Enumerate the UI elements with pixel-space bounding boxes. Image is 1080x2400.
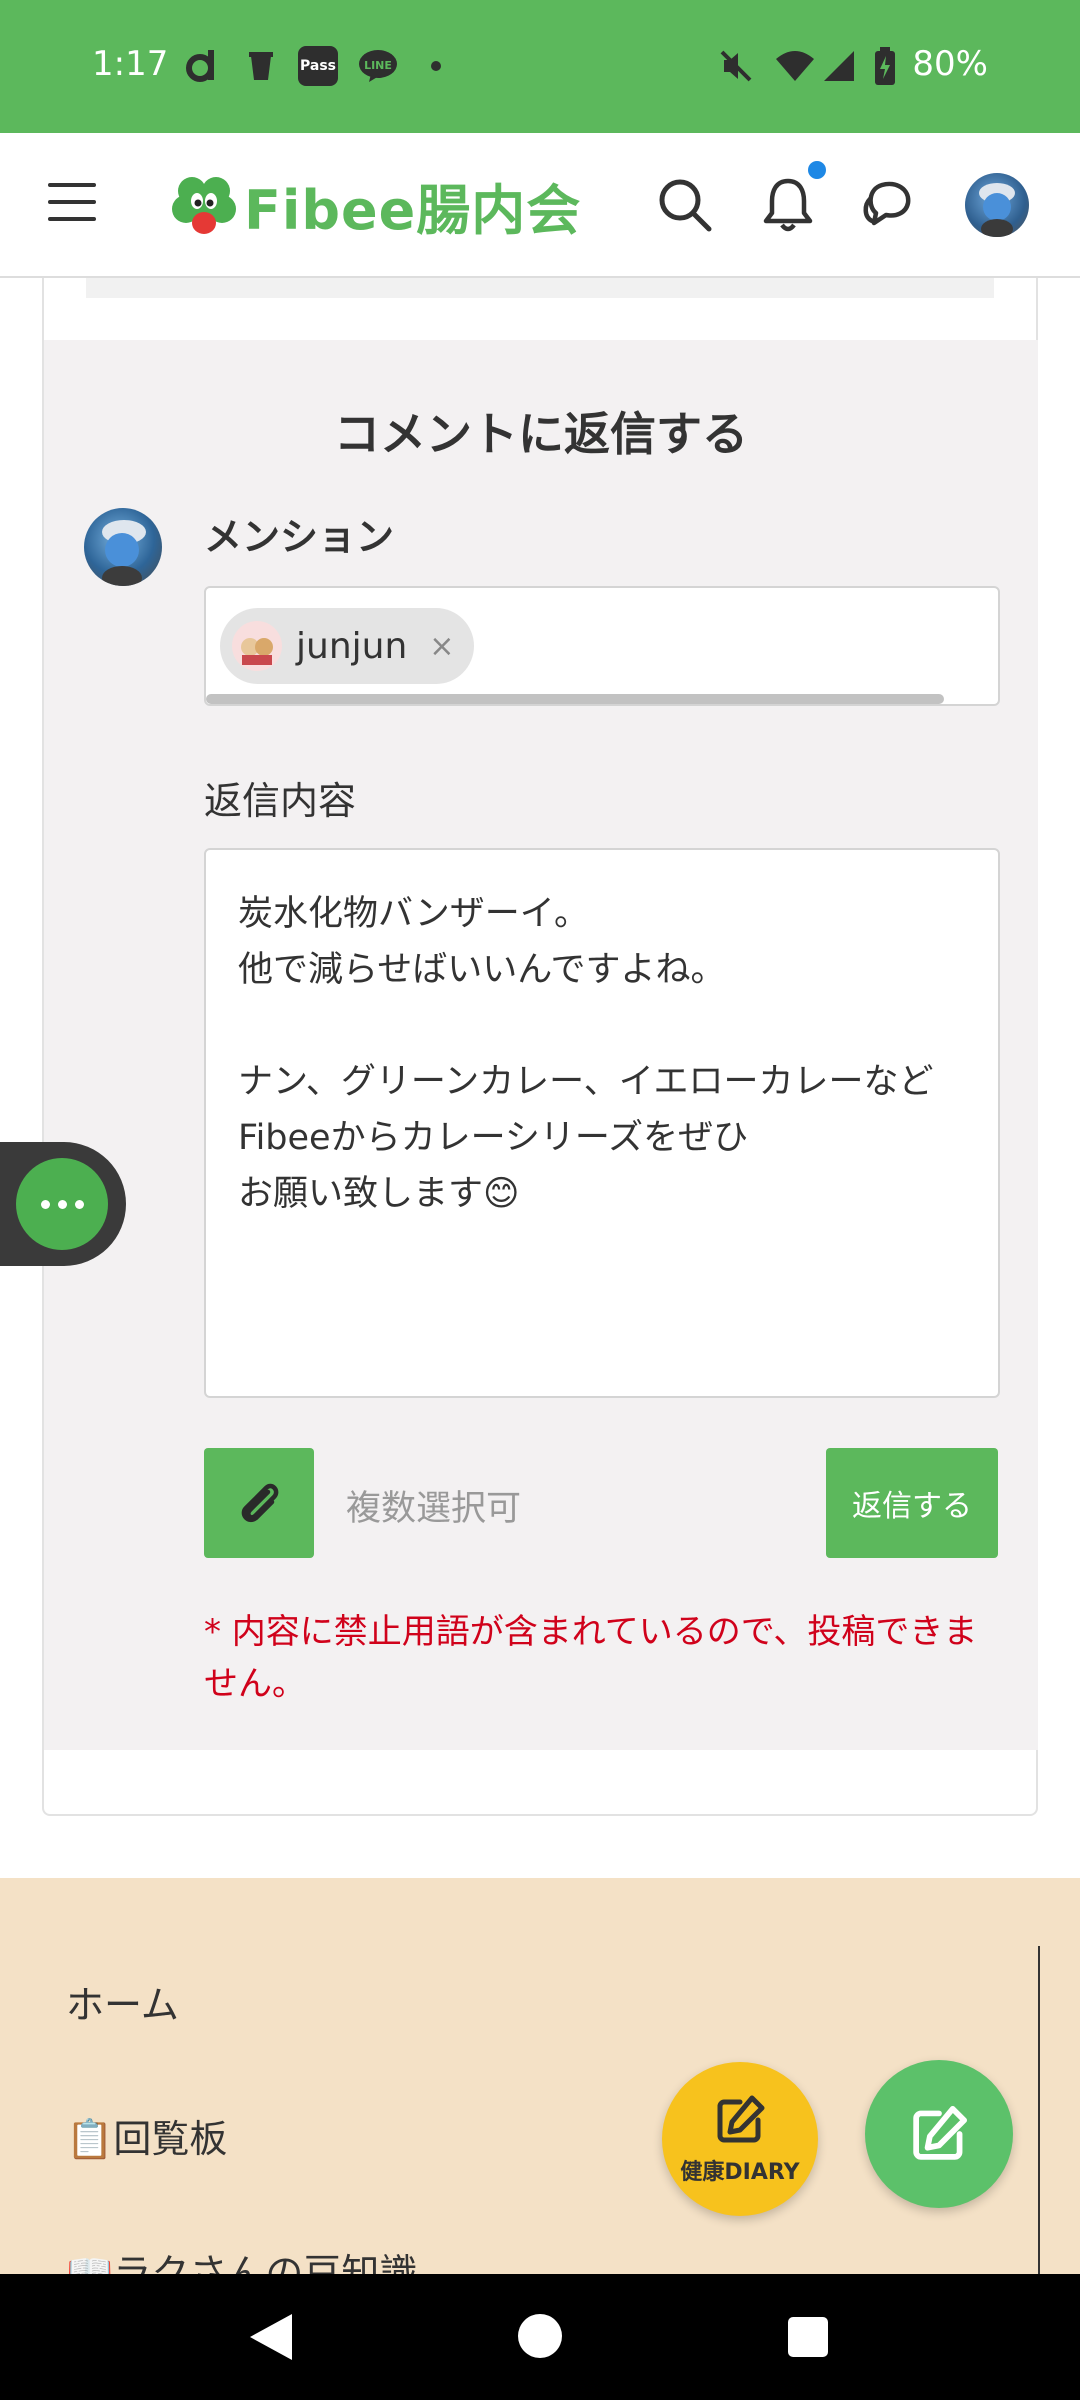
mention-chip[interactable]: junjun × (220, 608, 475, 684)
more-notifications-dot (426, 46, 446, 86)
notification-badge (808, 161, 826, 179)
menu-icon[interactable] (48, 183, 96, 223)
app-header: Fibee腸内会 (0, 133, 1080, 278)
mention-label: メンション (204, 515, 395, 559)
signal-icon (818, 46, 858, 86)
cup-icon (244, 46, 278, 86)
reply-content-textarea[interactable]: 炭水化物バンザーイ。 他で減らせばいいんですよね。 ナン、グリーンカレー、イエロ… (204, 848, 1000, 1398)
back-icon[interactable] (248, 2312, 294, 2362)
status-bar: 1:17 Pass LINE 80% (0, 0, 1080, 133)
menu-item-home[interactable]: ホーム (66, 1974, 179, 2029)
mention-input[interactable]: junjun × (204, 586, 1000, 706)
battery-percent: 80% (912, 44, 988, 84)
floating-side-tab[interactable] (0, 1142, 126, 1266)
health-diary-label: 健康DIARY (680, 2160, 800, 2185)
mention-user-avatar (232, 621, 282, 671)
mention-chip-name: junjun (296, 625, 408, 667)
docomo-icon (180, 46, 224, 86)
previous-content-strip (86, 278, 994, 298)
submit-reply-button[interactable]: 返信する (826, 1448, 998, 1558)
pass-app-icon: Pass (298, 46, 338, 86)
fibee-mascot-icon (172, 173, 236, 237)
edit-note-icon (717, 2095, 765, 2143)
system-nav-bar (0, 2274, 1080, 2400)
attach-file-button[interactable] (204, 1448, 314, 1558)
user-avatar[interactable] (965, 173, 1029, 237)
compose-icon (913, 2106, 967, 2160)
mute-icon (714, 46, 758, 86)
footer-divider (1038, 1946, 1040, 2274)
mention-scrollbar[interactable] (206, 694, 944, 704)
search-icon[interactable] (655, 175, 715, 235)
notification-bell-icon[interactable] (758, 175, 818, 235)
menu-item-tips[interactable]: 📖ラクさんの豆知識 (66, 2242, 417, 2274)
reply-form: コメントに返信する メンション junjun × 返信内容 炭水化物バンザーイ。… (44, 340, 1038, 1750)
status-time: 1:17 (92, 44, 169, 84)
error-message: * 内容に禁止用語が含まれているので、投稿できません。 (204, 1612, 978, 1704)
menu-item-bulletin[interactable]: 📋回覧板 (66, 2108, 227, 2163)
new-post-button[interactable] (865, 2060, 1013, 2208)
paperclip-icon (241, 1483, 279, 1523)
content-label: 返信内容 (204, 779, 357, 823)
chat-bubbles-icon[interactable] (860, 175, 920, 235)
wifi-icon (772, 46, 818, 86)
site-logo[interactable]: Fibee腸内会 (172, 169, 581, 242)
reply-form-title: コメントに返信する (334, 407, 748, 461)
more-options-icon[interactable] (16, 1158, 108, 1250)
health-diary-button[interactable]: 健康DIARY (662, 2062, 818, 2216)
comment-card: コメントに返信する メンション junjun × 返信内容 炭水化物バンザーイ。… (42, 278, 1038, 1816)
attachment-placeholder: 複数選択可 (346, 1489, 522, 1529)
battery-charging-icon (868, 46, 902, 86)
logo-text: Fibee腸内会 (244, 178, 582, 242)
line-app-icon: LINE (356, 46, 400, 86)
replier-avatar (84, 508, 162, 586)
home-icon[interactable] (518, 2314, 562, 2358)
svg-text:LINE: LINE (364, 59, 392, 72)
remove-mention-icon[interactable]: × (429, 629, 454, 664)
recent-apps-icon[interactable] (788, 2317, 828, 2357)
